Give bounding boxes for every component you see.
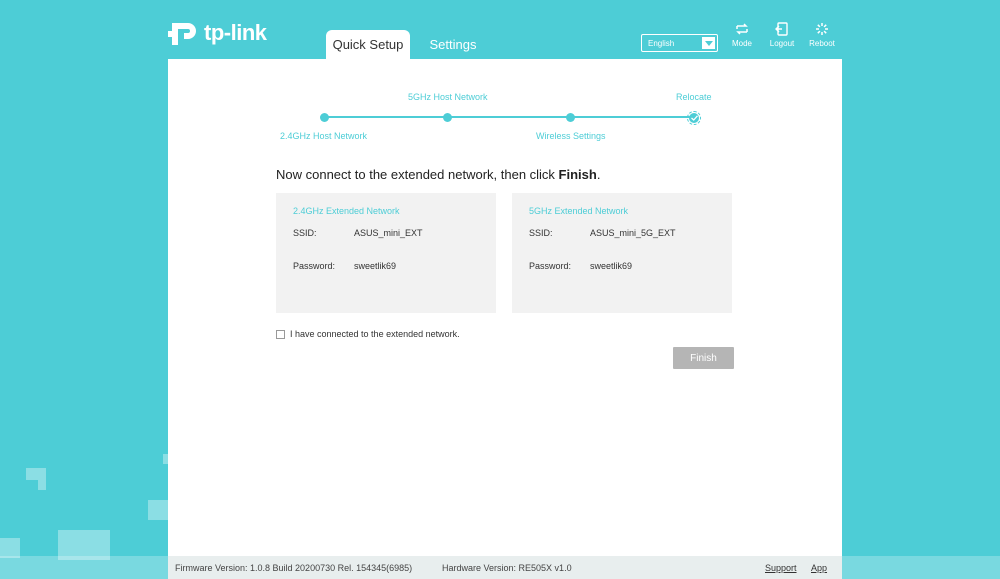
confirm-connected-row: I have connected to the extended network…	[276, 329, 460, 339]
password-value: sweetlik69	[354, 261, 397, 271]
logout-button[interactable]: Logout	[762, 22, 802, 48]
bg-decoration	[0, 556, 168, 579]
progress-track	[324, 116, 694, 118]
network-title: 2.4GHz Extended Network	[293, 206, 400, 216]
chevron-down-icon	[702, 37, 715, 49]
ssid-value: ASUS_mini_5G_EXT	[590, 228, 676, 238]
main-panel	[168, 59, 842, 556]
bg-decoration	[38, 480, 46, 490]
tp-link-logo: tp-link	[168, 17, 267, 49]
ssid-value: ASUS_mini_EXT	[354, 228, 423, 238]
instruction-suffix: .	[596, 167, 601, 182]
ssid-label: SSID:	[293, 228, 317, 238]
step-dot-3	[566, 113, 575, 122]
step-dot-current	[687, 111, 701, 125]
logout-label: Logout	[769, 39, 795, 48]
tab-quick-setup[interactable]: Quick Setup	[326, 30, 410, 59]
step-label-3: Wireless Settings	[536, 131, 606, 141]
app-link[interactable]: App	[811, 563, 827, 573]
instruction-text: Now connect to the extended network, the…	[276, 167, 600, 182]
brand-name: tp-link	[204, 20, 267, 45]
bg-decoration	[842, 556, 1000, 579]
language-value: English	[648, 38, 675, 48]
finish-button[interactable]: Finish	[673, 347, 734, 369]
step-dot-2	[443, 113, 452, 122]
reboot-button[interactable]: Reboot	[802, 22, 842, 48]
confirm-connected-checkbox[interactable]	[276, 329, 285, 339]
step-dot-1	[320, 113, 329, 122]
footer: Firmware Version: 1.0.8 Build 20200730 R…	[168, 556, 842, 579]
mode-icon	[736, 23, 748, 35]
password-label: Password:	[529, 261, 572, 271]
language-select[interactable]: English	[641, 34, 718, 52]
bg-decoration	[26, 468, 46, 480]
step-label-4: Relocate	[676, 92, 712, 102]
support-link[interactable]: Support	[765, 563, 797, 573]
network-card-24ghz: 2.4GHz Extended Network SSID: ASUS_mini_…	[276, 193, 496, 313]
network-card-5ghz: 5GHz Extended Network SSID: ASUS_mini_5G…	[512, 193, 732, 313]
ssid-label: SSID:	[529, 228, 553, 238]
mode-button[interactable]: Mode	[722, 22, 762, 48]
firmware-version: Firmware Version: 1.0.8 Build 20200730 R…	[175, 562, 413, 573]
logout-icon	[775, 22, 788, 36]
password-value: sweetlik69	[590, 261, 633, 271]
reboot-icon	[816, 23, 828, 35]
confirm-connected-label[interactable]: I have connected to the extended network…	[290, 329, 460, 339]
network-title: 5GHz Extended Network	[529, 206, 629, 216]
mode-label: Mode	[731, 39, 752, 48]
hardware-version: Hardware Version: RE505X v1.0	[442, 562, 572, 573]
instruction-main: Now connect to the extended network, the…	[276, 167, 559, 182]
step-label-1: 2.4GHz Host Network	[280, 131, 368, 141]
reboot-label: Reboot	[809, 39, 835, 48]
bg-decoration	[0, 538, 20, 558]
instruction-bold: Finish	[558, 167, 597, 182]
tab-settings[interactable]: Settings	[420, 30, 486, 59]
check-icon	[689, 113, 699, 123]
step-label-2: 5GHz Host Network	[408, 92, 488, 102]
bg-decoration	[148, 500, 168, 520]
password-label: Password:	[293, 261, 336, 271]
tp-link-logo-icon	[168, 23, 196, 45]
